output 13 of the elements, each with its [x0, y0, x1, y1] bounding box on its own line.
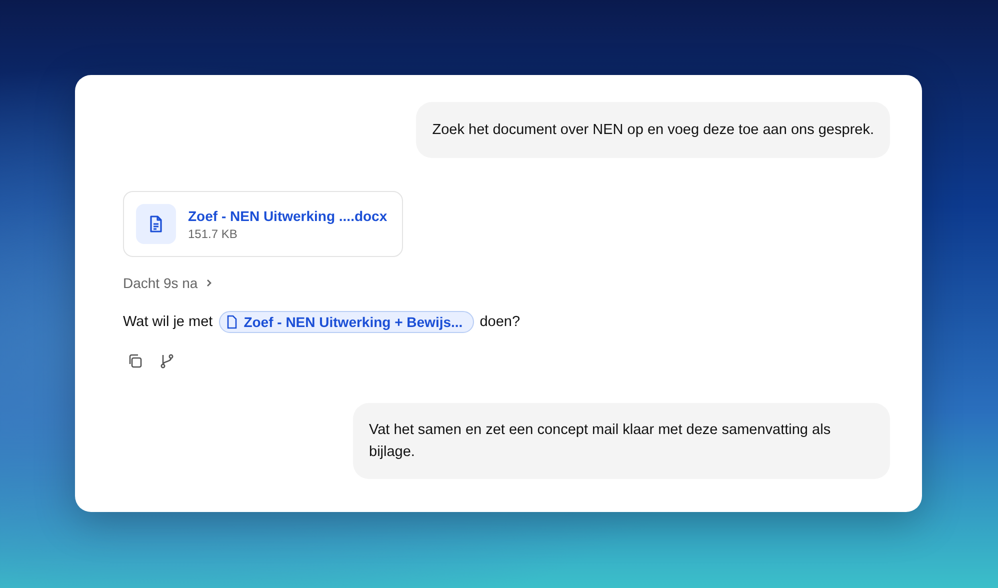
- file-size: 151.7 KB: [188, 226, 238, 240]
- user-message: Zoek het document over NEN op en voeg deze toe aan ons gesprek.: [416, 102, 890, 158]
- thinking-toggle[interactable]: Dacht 9s na: [123, 275, 214, 291]
- user-message: Vat het samen en zet een concept mail klaar met deze samenvatting als bijlage.: [353, 403, 890, 479]
- document-icon: [136, 204, 176, 244]
- copy-icon[interactable]: [127, 353, 143, 369]
- file-chip[interactable]: Zoef - NEN Uitwerking + Bewijs...: [218, 311, 474, 333]
- message-text: doen?: [480, 314, 520, 330]
- file-attachment[interactable]: Zoef - NEN Uitwerking ....docx 151.7 KB: [123, 191, 403, 257]
- file-icon: [226, 315, 238, 329]
- message-text: Wat wil je met: [123, 314, 213, 330]
- file-name: Zoef - NEN Uitwerking ....docx: [188, 208, 388, 224]
- branch-icon[interactable]: [159, 353, 175, 369]
